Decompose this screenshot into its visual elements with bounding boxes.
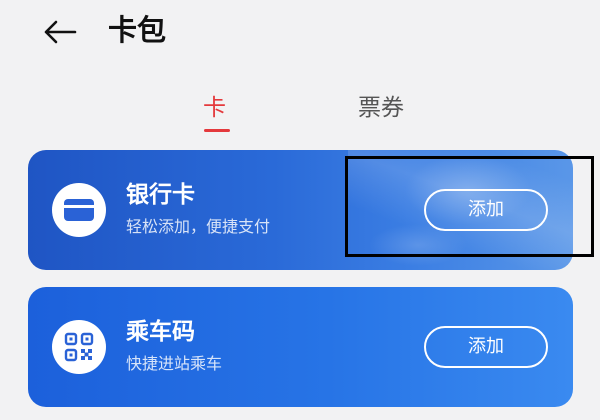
bank-card-title: 银行卡 [126, 182, 195, 208]
arrow-left-icon [44, 20, 77, 44]
back-button[interactable] [40, 14, 80, 50]
transit-code-title: 乘车码 [126, 319, 195, 345]
tab-voucher[interactable]: 票券 [358, 88, 404, 128]
add-transit-code-button[interactable]: 添加 [424, 326, 548, 368]
bank-card-icon-circle [52, 183, 106, 237]
transit-code-subtitle: 快捷进站乘车 [126, 354, 223, 373]
tab-card[interactable]: 卡 [203, 88, 226, 128]
qr-code-icon-circle [52, 320, 106, 374]
qr-code-icon [64, 332, 94, 362]
transit-code-entry[interactable]: 乘车码 快捷进站乘车 添加 [28, 287, 573, 407]
active-tab-indicator [204, 129, 230, 132]
bank-card-subtitle: 轻松添加，便捷支付 [126, 217, 271, 236]
bank-card-entry[interactable]: 银行卡 轻松添加，便捷支付 添加 [28, 150, 573, 270]
add-bank-card-button[interactable]: 添加 [424, 189, 548, 231]
page-title: 卡包 [108, 13, 167, 47]
header: 卡包 [0, 0, 600, 64]
bank-card-icon [64, 199, 94, 221]
tab-bar: 卡 票券 [0, 88, 600, 138]
